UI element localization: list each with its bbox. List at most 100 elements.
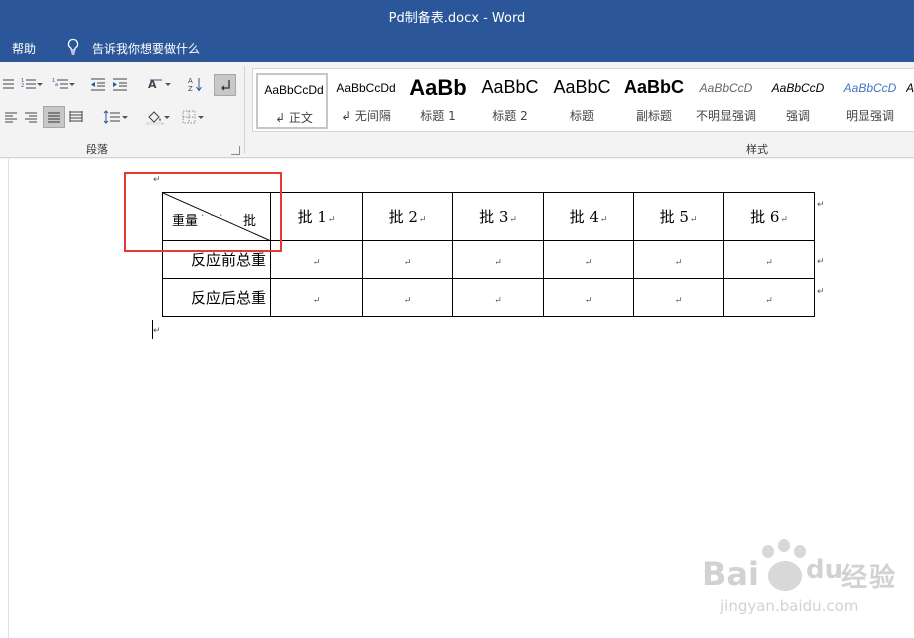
column-header[interactable]: 批 6↵: [723, 192, 815, 241]
multilevel-list-button[interactable]: 1a: [47, 74, 75, 94]
align-left-button[interactable]: [2, 107, 20, 127]
paw-toe: [794, 545, 806, 558]
show-marks-button[interactable]: [214, 74, 236, 96]
numbering-button[interactable]: 12: [17, 74, 43, 94]
bullets-button[interactable]: [0, 74, 16, 94]
column-header-text: 批 1: [297, 208, 327, 226]
style-name: 标题 1: [420, 109, 456, 123]
column-header-text: 批 3: [479, 208, 509, 226]
style-normal[interactable]: AaBbCcDd ↲ 正文: [256, 73, 328, 129]
justify-icon: [48, 112, 60, 123]
shading-button[interactable]: [140, 107, 170, 127]
increase-indent-icon: [113, 78, 127, 91]
table-cell[interactable]: ↵: [633, 278, 724, 317]
tell-me-search[interactable]: 告诉我你想要做什么: [92, 40, 200, 57]
window-title: Pd制备表.docx - Word: [388, 11, 526, 26]
table-cell[interactable]: ↵: [543, 240, 634, 279]
group-divider: [244, 66, 245, 154]
distributed-button[interactable]: [66, 107, 86, 127]
style-sample: AaBbCcDd: [336, 81, 396, 95]
style-name: 明显强调: [845, 109, 894, 123]
column-header-text: 批 5: [659, 208, 689, 226]
cell-mark: ↵: [780, 215, 788, 225]
cell-mark: ↵: [312, 295, 321, 306]
decrease-indent-button[interactable]: [88, 74, 108, 94]
cell-mark: ↵: [599, 215, 608, 225]
justify-button[interactable]: [43, 106, 65, 128]
document-canvas[interactable]: ↵ 重量 · · · 批 批 1↵ 批 2↵ 批 3↵ 批 4↵ 批 5↵ 批 …: [0, 159, 914, 638]
style-intense-emphasis[interactable]: AaBbCcD 明显强调: [834, 73, 906, 129]
numbering-icon: 12: [21, 78, 36, 89]
column-header[interactable]: 批 5↵: [633, 192, 724, 241]
line-spacing-icon: [103, 110, 120, 124]
table-cell[interactable]: ↵: [270, 240, 363, 279]
paragraph-group-label: 段落: [86, 143, 108, 156]
column-header[interactable]: 批 3↵: [452, 192, 544, 241]
column-header[interactable]: 批 2↵: [362, 192, 453, 241]
line-spacing-button[interactable]: [96, 107, 128, 127]
cell-mark: ↵: [765, 295, 773, 306]
watermark-url: jingyan.baidu.com: [720, 597, 859, 615]
style-emphasis[interactable]: AaBbCcD 强调: [762, 73, 834, 129]
style-name: 标题: [569, 109, 594, 123]
column-header[interactable]: 批 1↵: [270, 192, 363, 241]
paw-toe: [778, 539, 790, 552]
style-no-spacing[interactable]: AaBbCcDd ↲ 无间隔: [330, 73, 402, 129]
sort-button[interactable]: AZ: [184, 74, 206, 94]
style-name: ↲ 正文: [275, 111, 313, 125]
style-sample: AaBbC: [623, 77, 684, 97]
row-end-mark: ↵: [817, 257, 825, 267]
cell-mark: ↵: [312, 257, 321, 268]
multilevel-list-icon: 1a: [52, 78, 68, 89]
style-title[interactable]: AaBbC 标题: [546, 73, 618, 129]
page-edge: [8, 159, 9, 638]
style-more[interactable]: A: [906, 73, 914, 129]
shading-icon: [146, 111, 164, 125]
style-heading-1[interactable]: AaBb 标题 1: [402, 73, 474, 129]
cell-mark: ↵: [418, 215, 427, 225]
style-name: 不明显强调: [695, 109, 756, 123]
table-cell[interactable]: ↵: [723, 240, 815, 279]
borders-button[interactable]: [174, 107, 204, 127]
column-header-text: 批 2: [388, 208, 418, 226]
style-sample: AaBbCcD: [699, 81, 753, 95]
style-subtle-emphasis[interactable]: AaBbCcD 不明显强调: [690, 73, 762, 129]
ribbon: 12 1a A AZ 段落 AaBbCcDd ↲ 正文 AaBbCcDd ↲ 无…: [0, 62, 914, 158]
bullets-icon: [3, 79, 14, 89]
cell-mark: ↵: [584, 257, 593, 268]
table-cell[interactable]: ↵: [362, 240, 453, 279]
tab-help[interactable]: 帮助: [12, 40, 36, 57]
row-end-mark: ↵: [817, 200, 825, 210]
distributed-icon: [69, 111, 83, 122]
row-label-cell[interactable]: 反应后总重: [162, 278, 271, 317]
style-heading-2[interactable]: AaBbC 标题 2: [474, 73, 546, 129]
table-cell[interactable]: ↵: [633, 240, 724, 279]
table-cell[interactable]: ↵: [543, 278, 634, 317]
paragraph-dialog-launcher[interactable]: [231, 146, 240, 155]
table-cell[interactable]: ↵: [362, 278, 453, 317]
cell-mark: ↵: [674, 257, 683, 268]
style-subtitle[interactable]: AaBbC 副标题: [618, 73, 690, 129]
cell-mark: ↵: [509, 215, 517, 225]
chinese-layout-button[interactable]: A: [141, 74, 171, 94]
cell-mark: ↵: [494, 257, 502, 268]
show-marks-icon: [221, 80, 230, 91]
cell-mark: ↵: [765, 257, 773, 268]
watermark-brand-suffix: du: [806, 555, 844, 585]
styles-gallery: AaBbCcDd ↲ 正文 AaBbCcDd ↲ 无间隔 AaBb 标题 1 A…: [252, 68, 914, 132]
style-sample: AaBbCcD: [843, 81, 897, 95]
paw-pad: [768, 561, 802, 591]
table-cell[interactable]: ↵: [452, 240, 544, 279]
cell-mark: ↵: [689, 215, 698, 225]
cell-mark: ↵: [584, 295, 593, 306]
table-cell[interactable]: ↵: [452, 278, 544, 317]
table-cell[interactable]: ↵: [723, 278, 815, 317]
style-sample: AaBbCcD: [771, 81, 825, 95]
cell-mark: ↵: [494, 295, 502, 306]
align-right-button[interactable]: [22, 107, 40, 127]
borders-icon: [182, 110, 196, 124]
svg-text:2: 2: [21, 83, 24, 89]
table-cell[interactable]: ↵: [270, 278, 363, 317]
column-header[interactable]: 批 4↵: [543, 192, 634, 241]
increase-indent-button[interactable]: [110, 74, 130, 94]
